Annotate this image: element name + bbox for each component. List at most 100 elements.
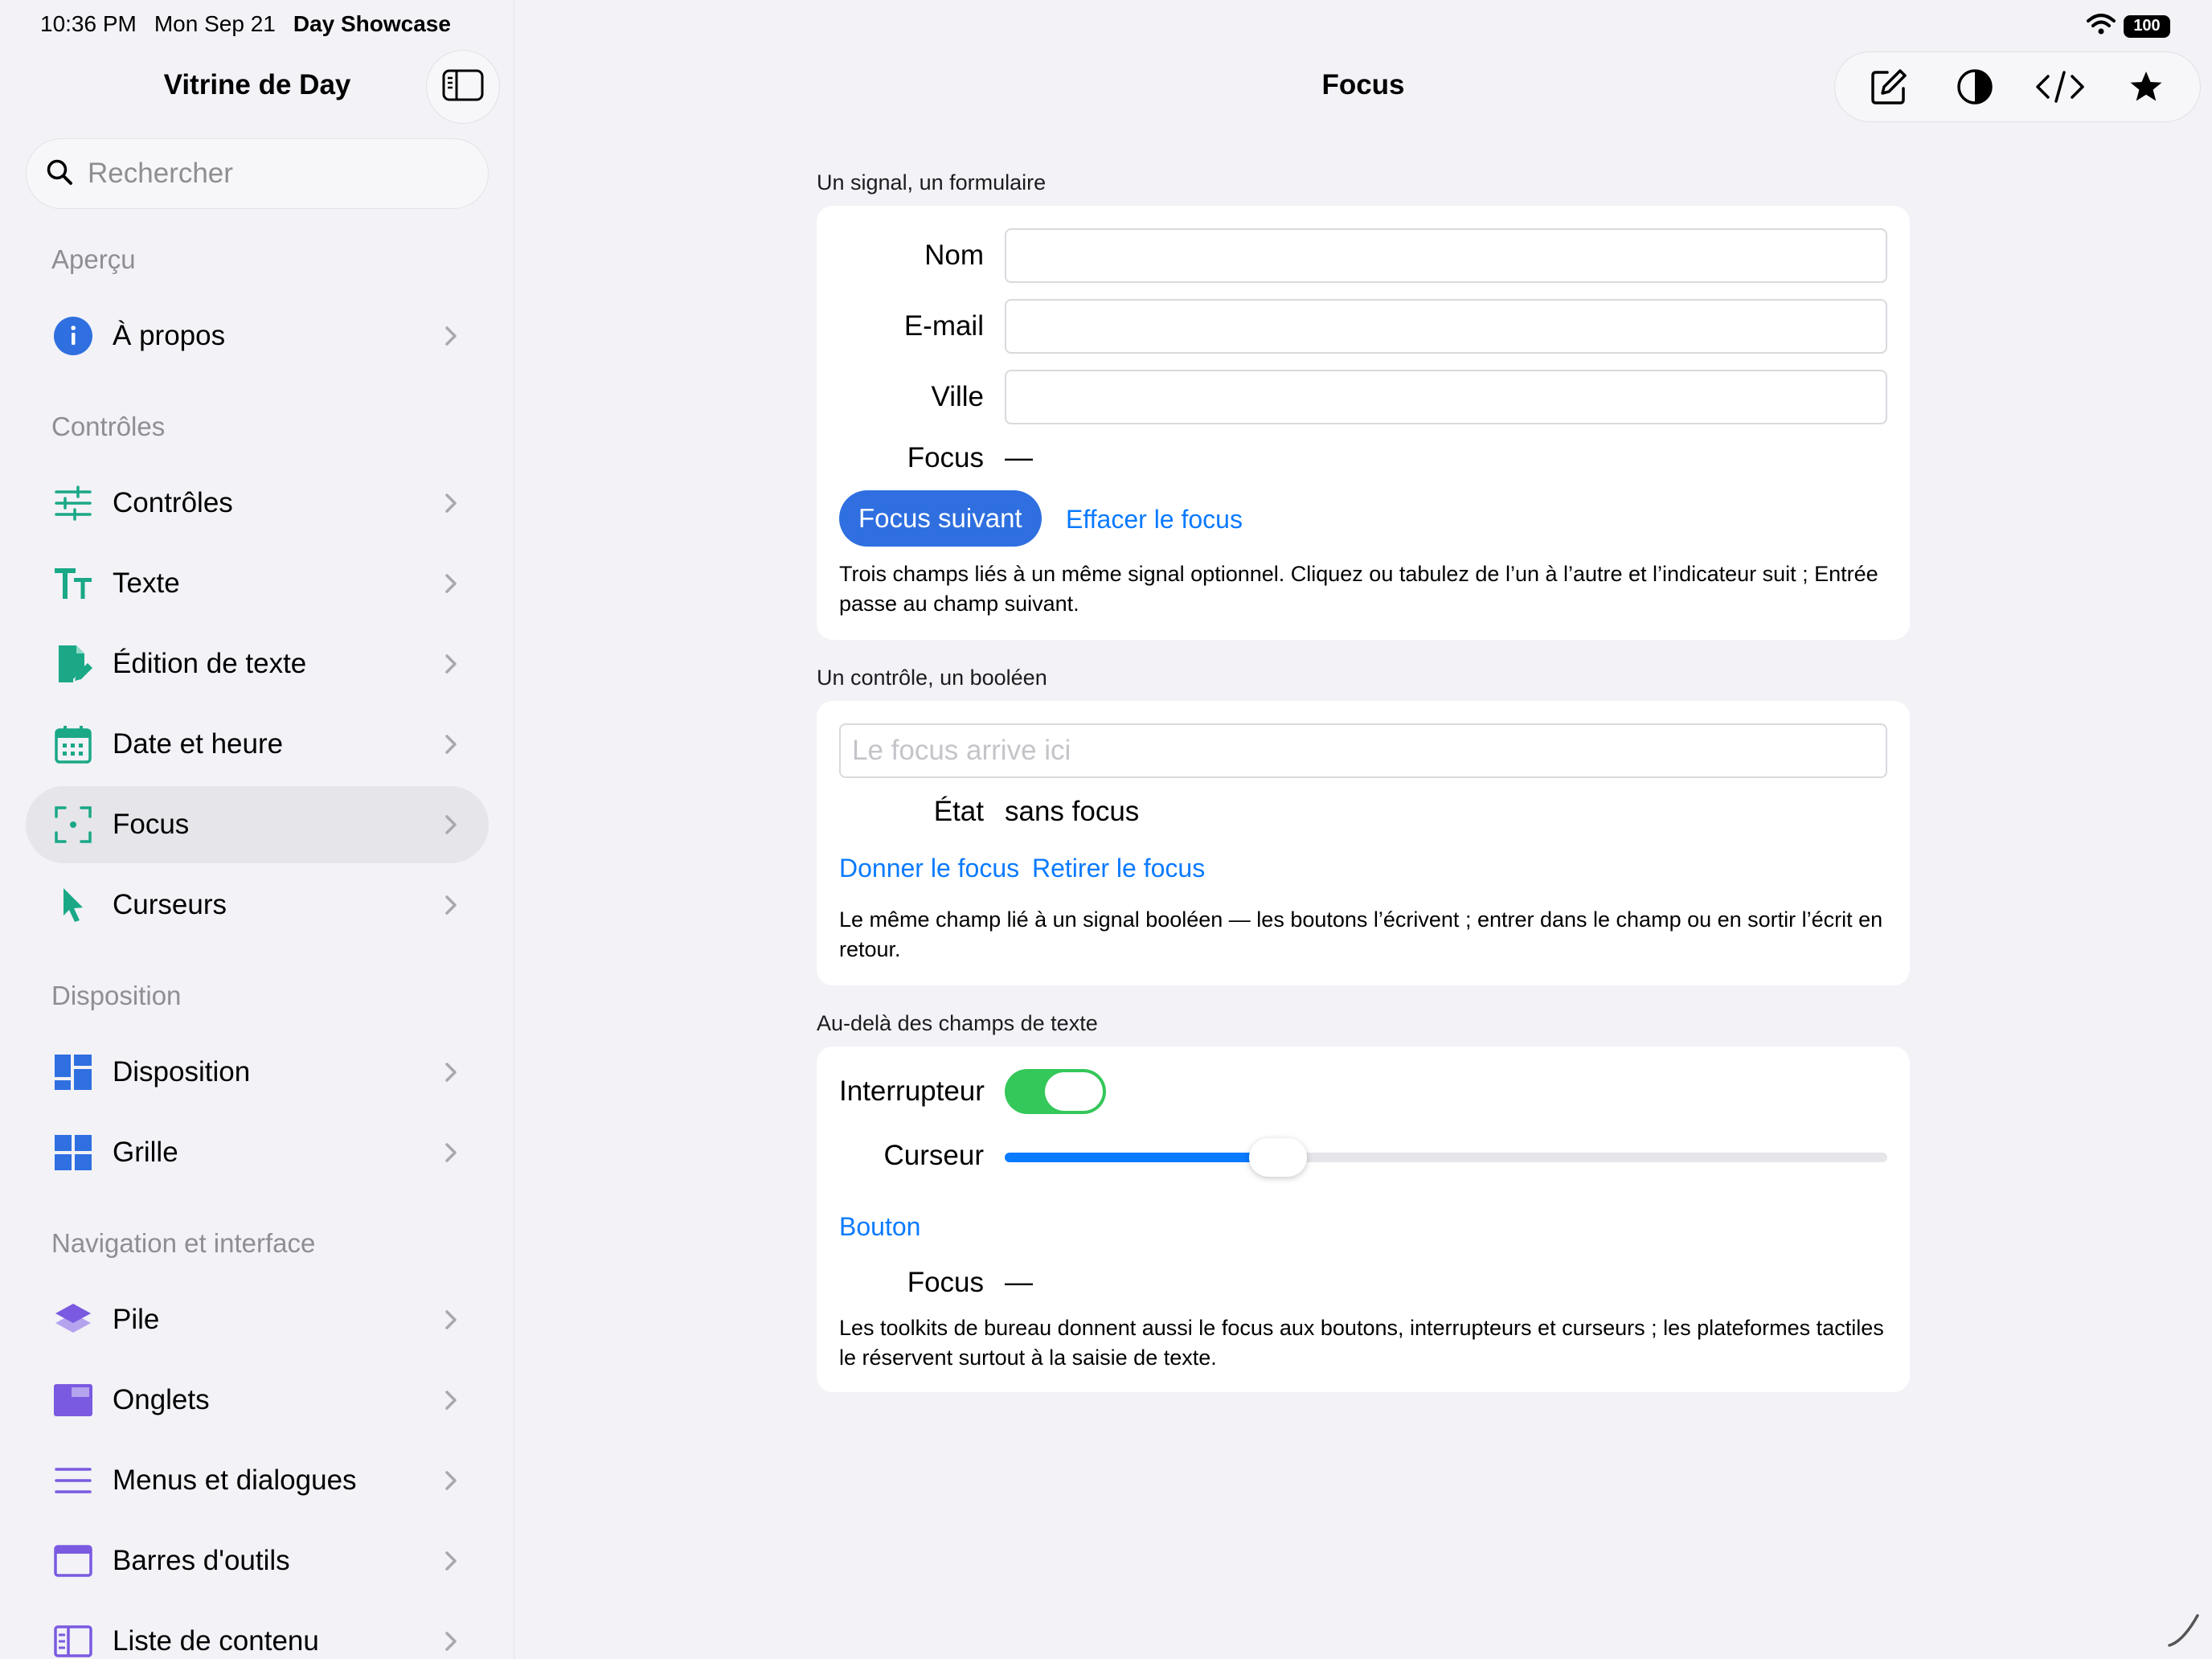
sidebar-toggle-button[interactable] (426, 50, 500, 124)
layout-icon (53, 1052, 93, 1092)
slider-fill (1005, 1153, 1279, 1162)
chevron-right-icon (444, 571, 461, 596)
sidebar-item-label: Onglets (113, 1384, 210, 1415)
cursor-arrow-icon (53, 885, 93, 925)
sidebar-item-label: Édition de texte (113, 648, 307, 679)
chevron-right-icon (444, 1629, 461, 1653)
focus-label: Focus (907, 1267, 984, 1298)
stack-icon (53, 1300, 93, 1340)
sidebar-item-texte[interactable]: Texte (26, 545, 489, 622)
battery-indicator: 100 (2124, 14, 2170, 38)
sidebar-item-focus[interactable]: Focus (26, 786, 489, 863)
remove-focus-link[interactable]: Retirer le focus (1032, 854, 1205, 883)
form-note: Trois champs liés à un même signal optio… (839, 562, 1878, 616)
sidebar-item-label: Texte (113, 567, 180, 599)
status-app-name: Day Showcase (293, 11, 451, 36)
sidebar-item-grille[interactable]: Grille (26, 1114, 489, 1191)
chevron-right-icon (444, 1141, 461, 1165)
calendar-icon (53, 724, 93, 764)
sliders-icon (53, 483, 93, 523)
chevron-right-icon (444, 1308, 461, 1332)
sidebar-item-label: Curseurs (113, 889, 227, 920)
search-icon (46, 158, 73, 190)
text-size-icon (53, 563, 93, 604)
sidebar-item-label: Date et heure (113, 728, 284, 760)
focus-target-field[interactable] (839, 723, 1887, 778)
code-icon[interactable] (2032, 59, 2088, 115)
grid-icon (53, 1133, 93, 1173)
search-bar[interactable] (26, 138, 489, 209)
group-header-form: Un signal, un formulaire (817, 170, 1047, 195)
scribble-indicator-icon (2167, 1612, 2201, 1652)
sidebar-item-barres-d-outils[interactable]: Barres d'outils (26, 1522, 489, 1600)
beyond-card: Interrupteur Curseur Bouton Focus — Les … (817, 1047, 1910, 1392)
status-bar-left: 10:36 PM Mon Sep 21 Day Showcase (40, 11, 451, 37)
document-edit-icon (53, 644, 93, 684)
form-card: Nom E-mail Ville Focus — Focus suivant E… (817, 206, 1910, 640)
sidebar-item-edition-de-texte[interactable]: Édition de texte (26, 625, 489, 703)
beyond-note: Les toolkits de bureau donnent aussi le … (839, 1316, 1884, 1370)
tabs-icon (53, 1380, 93, 1420)
switch-label: Interrupteur (839, 1075, 985, 1107)
section-header-disposition: Disposition (51, 981, 182, 1010)
search-input[interactable] (88, 158, 457, 190)
sidebar-item-curseurs[interactable]: Curseurs (26, 866, 489, 944)
compose-icon[interactable] (1861, 59, 1917, 115)
name-field[interactable] (1005, 228, 1887, 283)
status-time: 10:36 PM (40, 11, 137, 36)
section-header-controles: Contrôles (51, 412, 166, 441)
state-value: sans focus (1005, 796, 1140, 827)
interrupteur-switch[interactable] (1005, 1069, 1106, 1114)
chevron-right-icon (444, 1549, 461, 1573)
section-header-navigation: Navigation et interface (51, 1228, 316, 1258)
sidebar-item-liste-de-contenu[interactable]: Liste de contenu (26, 1603, 489, 1659)
bouton-link[interactable]: Bouton (839, 1212, 920, 1242)
focus-indicator-value: — (1005, 442, 1033, 473)
chevron-right-icon (444, 491, 461, 515)
wifi-icon (2087, 13, 2116, 39)
sidebar-item-label: Contrôles (113, 487, 233, 518)
contrast-icon[interactable] (1947, 59, 2003, 115)
group-header-beyond: Au-delà des champs de texte (817, 1011, 1098, 1035)
focus-viewfinder-icon (53, 805, 93, 845)
section-header-apercu: Aperçu (51, 244, 136, 274)
sidebar-item-pile[interactable]: Pile (26, 1281, 489, 1358)
email-field[interactable] (1005, 299, 1887, 354)
toolbar-window-icon (53, 1541, 93, 1581)
next-focus-button[interactable]: Focus suivant (839, 490, 1042, 547)
status-date: Mon Sep 21 (154, 11, 276, 36)
sidebar-item-label: Menus et dialogues (113, 1464, 357, 1496)
sidebar-item-label: Pile (113, 1304, 160, 1335)
sidebar-item-onglets[interactable]: Onglets (26, 1362, 489, 1439)
sidebar-item-label: À propos (113, 320, 226, 351)
sidebar-item-a-propos[interactable]: À propos (26, 297, 489, 375)
star-icon[interactable] (2118, 59, 2174, 115)
state-label: État (933, 796, 984, 827)
sidebar-item-label: Liste de contenu (113, 1625, 319, 1657)
sidebar-item-menus-et-dialogues[interactable]: Menus et dialogues (26, 1442, 489, 1519)
chevron-right-icon (444, 813, 461, 837)
city-field[interactable] (1005, 370, 1887, 424)
sidebar-toggle-icon (442, 69, 484, 105)
boolean-note: Le même champ lié à un signal booléen — … (839, 907, 1883, 961)
list-detail-icon (53, 1621, 93, 1659)
clear-focus-link[interactable]: Effacer le focus (1066, 505, 1243, 535)
chevron-right-icon (444, 1469, 461, 1493)
focus-label: Focus (907, 442, 984, 473)
slider-thumb[interactable] (1249, 1138, 1308, 1177)
chevron-right-icon (444, 324, 461, 348)
menu-lines-icon (53, 1460, 93, 1501)
group-header-boolean: Un contrôle, un booléen (817, 666, 1047, 690)
give-focus-link[interactable]: Donner le focus (839, 854, 1019, 883)
focus-indicator-value: — (1005, 1267, 1033, 1298)
sidebar-item-disposition[interactable]: Disposition (26, 1034, 489, 1111)
chevron-right-icon (444, 652, 461, 676)
sidebar-item-date-et-heure[interactable]: Date et heure (26, 706, 489, 783)
sidebar: 10:36 PM Mon Sep 21 Day Showcase Vitrine… (0, 0, 514, 1659)
chevron-right-icon (444, 1388, 461, 1412)
chevron-right-icon (444, 893, 461, 917)
email-label: E-mail (903, 310, 984, 342)
sidebar-item-controles[interactable]: Contrôles (26, 465, 489, 542)
switch-knob (1045, 1072, 1103, 1111)
city-label: Ville (931, 381, 984, 412)
